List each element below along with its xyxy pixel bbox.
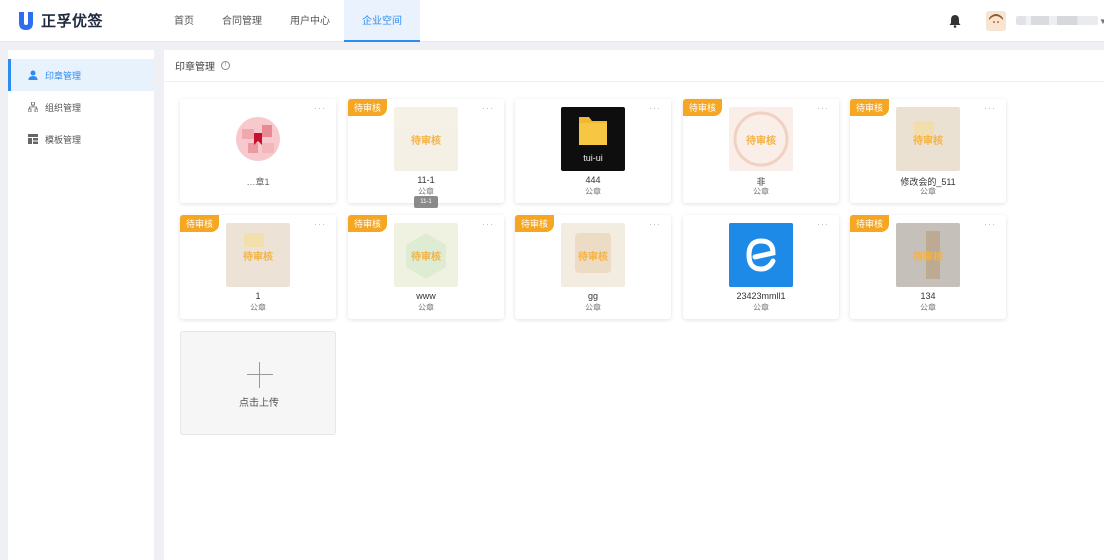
app-name: 正孚优签 (41, 13, 104, 30)
nav-contracts[interactable]: 合同管理 (208, 0, 276, 42)
seal-thumbnail: 待审核 (561, 223, 625, 287)
sidebar-item-label: 印章管理 (45, 70, 82, 81)
username-blurred[interactable] (1016, 16, 1098, 25)
seal-card[interactable]: ··· …章1 (180, 99, 336, 203)
seal-name: 23423mmll1 (736, 291, 786, 301)
pending-badge: 待审核 (850, 215, 890, 232)
sidebar-item-seal-management[interactable]: 印章管理 (8, 59, 154, 91)
seal-card[interactable]: ··· 待审核 待审核 gg 公章 (515, 215, 671, 319)
pending-overlay-label: 待审核 (913, 251, 943, 263)
seal-card[interactable]: ··· 待审核 待审核 134 公章 (850, 215, 1006, 319)
seal-name: 1 (255, 291, 261, 301)
avatar[interactable] (986, 11, 1006, 31)
tooltip: 11-1 (414, 196, 438, 208)
seal-thumbnail: 待审核 (394, 223, 458, 287)
template-grid-icon (28, 134, 38, 144)
org-tree-icon (27, 101, 39, 113)
seal-card[interactable]: ··· 待审核 待审核 1 公章 (180, 215, 336, 319)
seal-thumbnail: 待审核 (896, 223, 960, 287)
seal-name: gg (587, 291, 598, 301)
seal-card[interactable]: ··· 待审核 待审核 非 公章 (683, 99, 839, 203)
seal-thumbnail: tui-ui (561, 107, 625, 171)
pending-overlay-label: 待审核 (578, 251, 608, 263)
user-icon (28, 70, 38, 80)
seal-type: 公章 (585, 303, 601, 312)
seal-name: 444 (585, 175, 601, 185)
e-logo-icon (729, 223, 793, 287)
more-options-icon[interactable]: ··· (817, 219, 829, 229)
more-options-icon[interactable]: ··· (482, 103, 494, 113)
seal-type: 公章 (753, 303, 769, 312)
red-stamp-icon (236, 117, 280, 161)
seal-name: …章1 (246, 177, 270, 187)
seal-name: 134 (920, 291, 936, 301)
pending-badge: 待审核 (180, 215, 220, 232)
more-options-icon[interactable]: ··· (649, 219, 661, 229)
logo[interactable]: 正孚优签 (18, 10, 103, 31)
nav-enterprise-space[interactable]: 企业空间 (344, 0, 420, 42)
seal-thumbnail (226, 107, 290, 171)
seal-card[interactable]: ··· 待审核 待审核 www 公章 (348, 215, 504, 319)
info-icon[interactable]: ! (221, 61, 230, 70)
pending-badge: 待审核 (348, 99, 388, 116)
main-nav: 首页 合同管理 用户中心 企业空间 (160, 0, 420, 42)
pending-overlay-label: 待审核 (411, 135, 441, 147)
sidebar-item-org-management[interactable]: 组织管理 (8, 91, 154, 123)
page-title: 印章管理 (175, 62, 215, 73)
bell-icon[interactable] (949, 14, 961, 28)
seal-card[interactable]: ··· 待审核 待审核 修改会的_511 公章 (850, 99, 1006, 203)
pending-overlay-label: 待审核 (411, 251, 441, 263)
sidebar: 印章管理 组织管理 模板管理 (8, 50, 154, 560)
seal-thumbnail: 待审核 (896, 107, 960, 171)
more-options-icon[interactable]: ··· (314, 219, 326, 229)
more-options-icon[interactable]: ··· (649, 103, 661, 113)
seal-name: www (416, 291, 436, 301)
logo-icon (18, 11, 34, 31)
seal-type: 公章 (753, 187, 769, 196)
more-options-icon[interactable]: ··· (817, 103, 829, 113)
sidebar-item-label: 模板管理 (45, 134, 82, 145)
pending-badge: 待审核 (348, 215, 388, 232)
seal-type: 公章 (920, 303, 936, 312)
sidebar-item-template-management[interactable]: 模板管理 (8, 123, 154, 155)
more-options-icon[interactable]: ··· (984, 103, 996, 113)
pending-badge: 待审核 (515, 215, 555, 232)
top-bar: 正孚优签 首页 合同管理 用户中心 企业空间 ▼ (0, 0, 1104, 42)
plus-icon (247, 362, 273, 388)
nav-user-center[interactable]: 用户中心 (276, 0, 344, 42)
pending-overlay-label: 待审核 (746, 135, 776, 147)
seal-type: 公章 (418, 303, 434, 312)
pending-overlay-label: 待审核 (243, 251, 273, 263)
seal-card[interactable]: ··· tui-ui 444 公章 (515, 99, 671, 203)
sidebar-item-label: 组织管理 (45, 102, 82, 113)
breadcrumb: 印章管理 ! (164, 50, 1104, 82)
seal-thumbnail: 待审核 (394, 107, 458, 171)
seal-card[interactable]: ··· 待审核 待审核 11-1 公章 (348, 99, 504, 203)
seal-name: 11-1 (417, 175, 435, 185)
seal-type: 公章 (250, 303, 266, 312)
seal-thumbnail: 待审核 (729, 107, 793, 171)
seal-type: 公章 (585, 187, 601, 196)
seal-thumbnail: 待审核 (226, 223, 290, 287)
pending-overlay-label: 待审核 (913, 135, 943, 147)
upload-button[interactable]: 点击上传 (180, 331, 336, 435)
chevron-down-icon[interactable]: ▼ (1099, 17, 1104, 26)
seal-type: 公章 (920, 187, 936, 196)
upload-label: 点击上传 (239, 398, 279, 409)
more-options-icon[interactable]: ··· (482, 219, 494, 229)
seal-thumbnail (729, 223, 793, 287)
thumb-caption: tui-ui (583, 153, 603, 163)
more-options-icon[interactable]: ··· (984, 219, 996, 229)
nav-home[interactable]: 首页 (160, 0, 208, 42)
pending-badge: 待审核 (683, 99, 723, 116)
more-options-icon[interactable]: ··· (314, 103, 326, 113)
seal-card[interactable]: ··· 23423mmll1 公章 (683, 215, 839, 319)
pending-badge: 待审核 (850, 99, 890, 116)
